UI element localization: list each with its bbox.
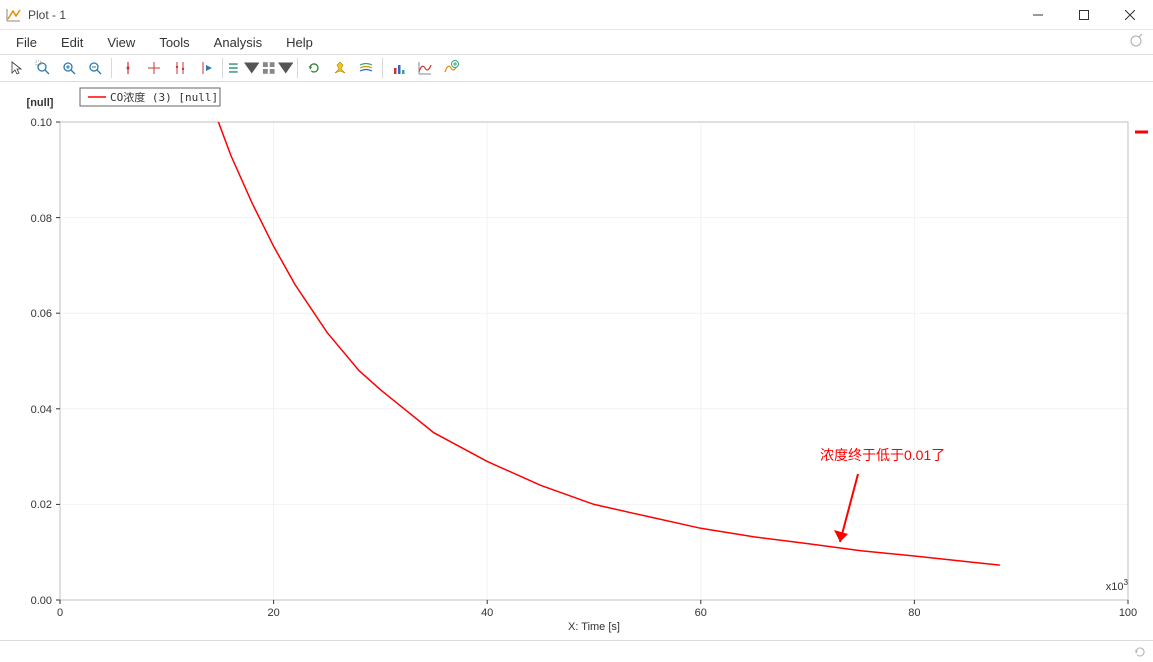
statusbar <box>0 640 1153 662</box>
plot-area[interactable]: 0.00 0.02 0.04 0.06 0.08 0.10 [null] 0 2… <box>0 82 1153 640</box>
tool-add-chart[interactable] <box>438 56 464 80</box>
help-hint-icon[interactable] <box>1129 34 1149 51</box>
y-tick-0: 0.00 <box>31 595 52 607</box>
x-tick-5: 100 <box>1119 607 1137 619</box>
legend[interactable]: CO浓度 (3) [null] <box>80 88 220 106</box>
x-axis-label: X: Time [s] <box>568 621 620 633</box>
y-axis-ticks <box>56 122 60 600</box>
window-titlebar: Plot - 1 <box>0 0 1153 30</box>
y-tick-2: 0.04 <box>31 404 52 416</box>
annotation-arrow <box>834 474 858 542</box>
status-refresh-icon[interactable] <box>1133 645 1147 659</box>
tool-bar-chart[interactable] <box>386 56 412 80</box>
x-tick-0: 0 <box>57 607 63 619</box>
plot-frame <box>60 122 1128 600</box>
x-exponent: x103 <box>1106 578 1129 593</box>
tool-marker-multi[interactable] <box>167 56 193 80</box>
gridlines <box>60 122 1128 600</box>
tool-zoom-out[interactable] <box>82 56 108 80</box>
tool-grid-options[interactable] <box>260 56 294 80</box>
app-icon <box>6 7 22 23</box>
tool-marker-single[interactable] <box>115 56 141 80</box>
y-axis-unit: [null] <box>27 97 54 109</box>
menu-file[interactable]: File <box>4 32 49 53</box>
menu-help[interactable]: Help <box>274 32 325 53</box>
window-close-button[interactable] <box>1107 0 1153 30</box>
menu-tools[interactable]: Tools <box>147 32 201 53</box>
x-tick-2: 40 <box>481 607 493 619</box>
legend-label: CO浓度 (3) [null] <box>110 90 218 104</box>
y-tick-5: 0.10 <box>31 117 52 129</box>
menu-analysis[interactable]: Analysis <box>202 32 274 53</box>
window-title: Plot - 1 <box>28 8 66 22</box>
window-minimize-button[interactable] <box>1015 0 1061 30</box>
menu-view[interactable]: View <box>95 32 147 53</box>
y-tick-1: 0.02 <box>31 499 52 511</box>
x-axis-ticks <box>60 600 1128 604</box>
window-maximize-button[interactable] <box>1061 0 1107 30</box>
tool-zoom-area[interactable] <box>30 56 56 80</box>
x-tick-3: 60 <box>695 607 707 619</box>
y-tick-3: 0.06 <box>31 308 52 320</box>
menu-edit[interactable]: Edit <box>49 32 95 53</box>
annotation-text: 浓度终于低于0.01了 <box>820 447 945 463</box>
x-tick-4: 80 <box>908 607 920 619</box>
tool-pin[interactable] <box>327 56 353 80</box>
series-line-co <box>188 82 1000 565</box>
tool-layers[interactable] <box>353 56 379 80</box>
tool-zoom-in[interactable] <box>56 56 82 80</box>
tool-curve-chart[interactable] <box>412 56 438 80</box>
menubar: File Edit View Tools Analysis Help <box>0 30 1153 54</box>
toolbar <box>0 54 1153 82</box>
tool-marker-play[interactable] <box>193 56 219 80</box>
y-tick-4: 0.08 <box>31 213 52 225</box>
tool-refresh[interactable] <box>301 56 327 80</box>
tool-marker-cross[interactable] <box>141 56 167 80</box>
x-tick-1: 20 <box>267 607 279 619</box>
tool-list-options[interactable] <box>226 56 260 80</box>
tool-cursor[interactable] <box>4 56 30 80</box>
